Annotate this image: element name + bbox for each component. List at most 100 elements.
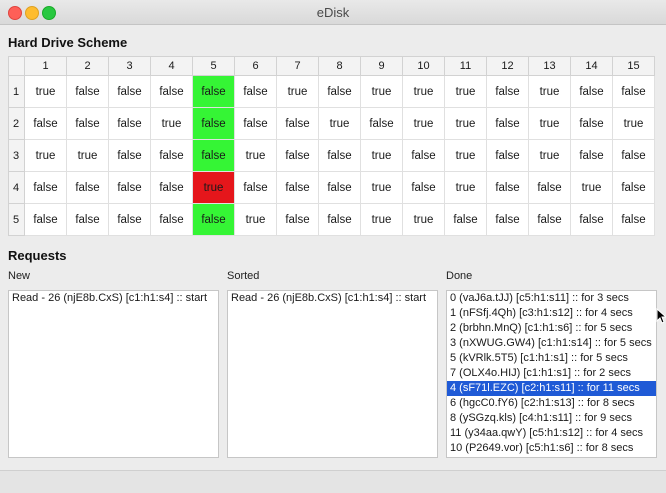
table-cell[interactable]: false <box>318 203 361 236</box>
column-header[interactable]: 10 <box>402 56 445 76</box>
hard-drive-scheme-table[interactable]: 1 2 3 4 5 6 7 8 9 10 11 12 13 14 15 1 true false false fal… <box>8 56 655 236</box>
column-header[interactable]: 11 <box>444 56 487 76</box>
row-header[interactable]: 5 <box>8 203 25 236</box>
table-cell[interactable]: true <box>234 203 277 236</box>
table-row[interactable]: 2 false false false true false false false true f… <box>8 107 655 140</box>
sorted-requests-list[interactable]: Read - 26 (njE8b.CxS) [c1:h1:s4] :: star… <box>227 290 438 458</box>
table-cell[interactable]: false <box>108 171 151 204</box>
table-cell[interactable]: false <box>486 139 529 172</box>
table-cell[interactable]: true <box>24 75 67 108</box>
table-cell[interactable]: false <box>66 203 109 236</box>
table-cell[interactable]: false <box>276 171 319 204</box>
table-cell[interactable]: true <box>444 171 487 204</box>
table-cell[interactable]: false <box>486 203 529 236</box>
table-cell[interactable]: false <box>612 171 655 204</box>
column-header[interactable]: 9 <box>360 56 403 76</box>
table-cell[interactable]: true <box>612 107 655 140</box>
table-cell[interactable]: true <box>444 75 487 108</box>
table-cell[interactable]: true <box>528 75 571 108</box>
table-cell[interactable]: true <box>402 75 445 108</box>
table-cell[interactable]: false <box>108 107 151 140</box>
table-cell[interactable]: true <box>318 107 361 140</box>
list-item[interactable]: Read - 26 (njE8b.CxS) [c1:h1:s4] :: star… <box>228 291 437 306</box>
table-cell[interactable]: false <box>108 203 151 236</box>
column-header[interactable]: 5 <box>192 56 235 76</box>
table-cell[interactable]: true <box>360 139 403 172</box>
column-header[interactable]: 1 <box>24 56 67 76</box>
table-cell[interactable]: false <box>66 75 109 108</box>
table-cell[interactable]: false <box>192 107 235 140</box>
table-cell[interactable]: false <box>66 171 109 204</box>
table-cell[interactable]: false <box>150 171 193 204</box>
table-cell[interactable]: false <box>612 139 655 172</box>
table-cell[interactable]: false <box>192 75 235 108</box>
table-cell[interactable]: true <box>276 75 319 108</box>
table-cell[interactable]: true <box>24 139 67 172</box>
table-cell[interactable]: true <box>234 139 277 172</box>
column-header[interactable]: 8 <box>318 56 361 76</box>
list-item[interactable]: 10 (P2649.vor) [c5:h1:s6] :: for 8 secs <box>447 441 656 456</box>
table-cell[interactable]: false <box>150 203 193 236</box>
table-cell[interactable]: false <box>318 171 361 204</box>
table-cell[interactable]: true <box>66 139 109 172</box>
list-item[interactable]: 5 (kVRlk.5T5) [c1:h1:s1] :: for 5 secs <box>447 351 656 366</box>
table-cell[interactable]: false <box>66 107 109 140</box>
table-cell[interactable]: true <box>192 171 235 204</box>
table-cell[interactable]: false <box>444 203 487 236</box>
column-header[interactable]: 14 <box>570 56 613 76</box>
table-cell[interactable]: false <box>234 171 277 204</box>
column-header[interactable]: 7 <box>276 56 319 76</box>
table-row[interactable]: 5 false false false false false true false false… <box>8 203 655 236</box>
table-cell[interactable]: true <box>528 139 571 172</box>
table-cell[interactable]: false <box>108 139 151 172</box>
done-requests-list[interactable]: 0 (vaJ6a.tJJ) [c5:h1:s11] :: for 3 secs 1… <box>446 290 657 458</box>
table-cell[interactable]: false <box>570 107 613 140</box>
list-item[interactable]: 8 (ySGzq.kls) [c4:h1:s11] :: for 9 secs <box>447 411 656 426</box>
list-item[interactable]: 3 (nXWUG.GW4) [c1:h1:s14] :: for 5 secs <box>447 336 656 351</box>
table-row[interactable]: 4 false false false false true false false false… <box>8 171 655 204</box>
list-item[interactable]: 6 (hgcC0.fY6) [c2:h1:s13] :: for 8 secs <box>447 396 656 411</box>
table-cell[interactable]: true <box>444 139 487 172</box>
table-cell[interactable]: false <box>150 139 193 172</box>
column-header[interactable]: 2 <box>66 56 109 76</box>
table-cell[interactable]: false <box>24 107 67 140</box>
table-cell[interactable]: true <box>402 107 445 140</box>
column-header[interactable]: 15 <box>612 56 655 76</box>
table-cell[interactable]: false <box>528 171 571 204</box>
table-cell[interactable]: false <box>192 203 235 236</box>
table-cell[interactable]: false <box>570 75 613 108</box>
table-cell[interactable]: true <box>528 107 571 140</box>
table-cell[interactable]: false <box>402 139 445 172</box>
table-cell[interactable]: false <box>318 75 361 108</box>
table-cell[interactable]: false <box>192 139 235 172</box>
column-header[interactable]: 13 <box>528 56 571 76</box>
list-item[interactable]: 7 (OLX4o.HIJ) [c1:h1:s1] :: for 2 secs <box>447 366 656 381</box>
list-item[interactable]: Read - 26 (njE8b.CxS) [c1:h1:s4] :: star… <box>9 291 218 306</box>
table-cell[interactable]: false <box>360 107 403 140</box>
table-cell[interactable]: true <box>360 75 403 108</box>
table-cell[interactable]: false <box>276 203 319 236</box>
table-cell[interactable]: true <box>402 203 445 236</box>
table-cell[interactable]: false <box>486 171 529 204</box>
column-header[interactable]: 6 <box>234 56 277 76</box>
table-row[interactable]: 3 true true false false false true false false tr… <box>8 139 655 172</box>
table-cell[interactable]: false <box>24 203 67 236</box>
table-cell[interactable]: false <box>318 139 361 172</box>
row-header[interactable]: 4 <box>8 171 25 204</box>
table-cell[interactable]: false <box>402 171 445 204</box>
list-item[interactable]: 1 (nFSfj.4Qh) [c3:h1:s12] :: for 4 secs <box>447 306 656 321</box>
table-cell[interactable]: false <box>612 75 655 108</box>
table-cell[interactable]: false <box>150 75 193 108</box>
table-cell[interactable]: false <box>570 139 613 172</box>
row-header[interactable]: 2 <box>8 107 25 140</box>
table-cell[interactable]: false <box>234 75 277 108</box>
table-cell[interactable]: false <box>108 75 151 108</box>
table-cell[interactable]: true <box>360 171 403 204</box>
column-header[interactable]: 3 <box>108 56 151 76</box>
table-cell[interactable]: false <box>276 107 319 140</box>
table-cell[interactable]: false <box>570 203 613 236</box>
table-cell[interactable]: false <box>612 203 655 236</box>
table-cell[interactable]: false <box>486 107 529 140</box>
table-cell[interactable]: false <box>528 203 571 236</box>
list-item[interactable]: 4 (sF71l.EZC) [c2:h1:s11] :: for 11 secs <box>447 381 656 396</box>
